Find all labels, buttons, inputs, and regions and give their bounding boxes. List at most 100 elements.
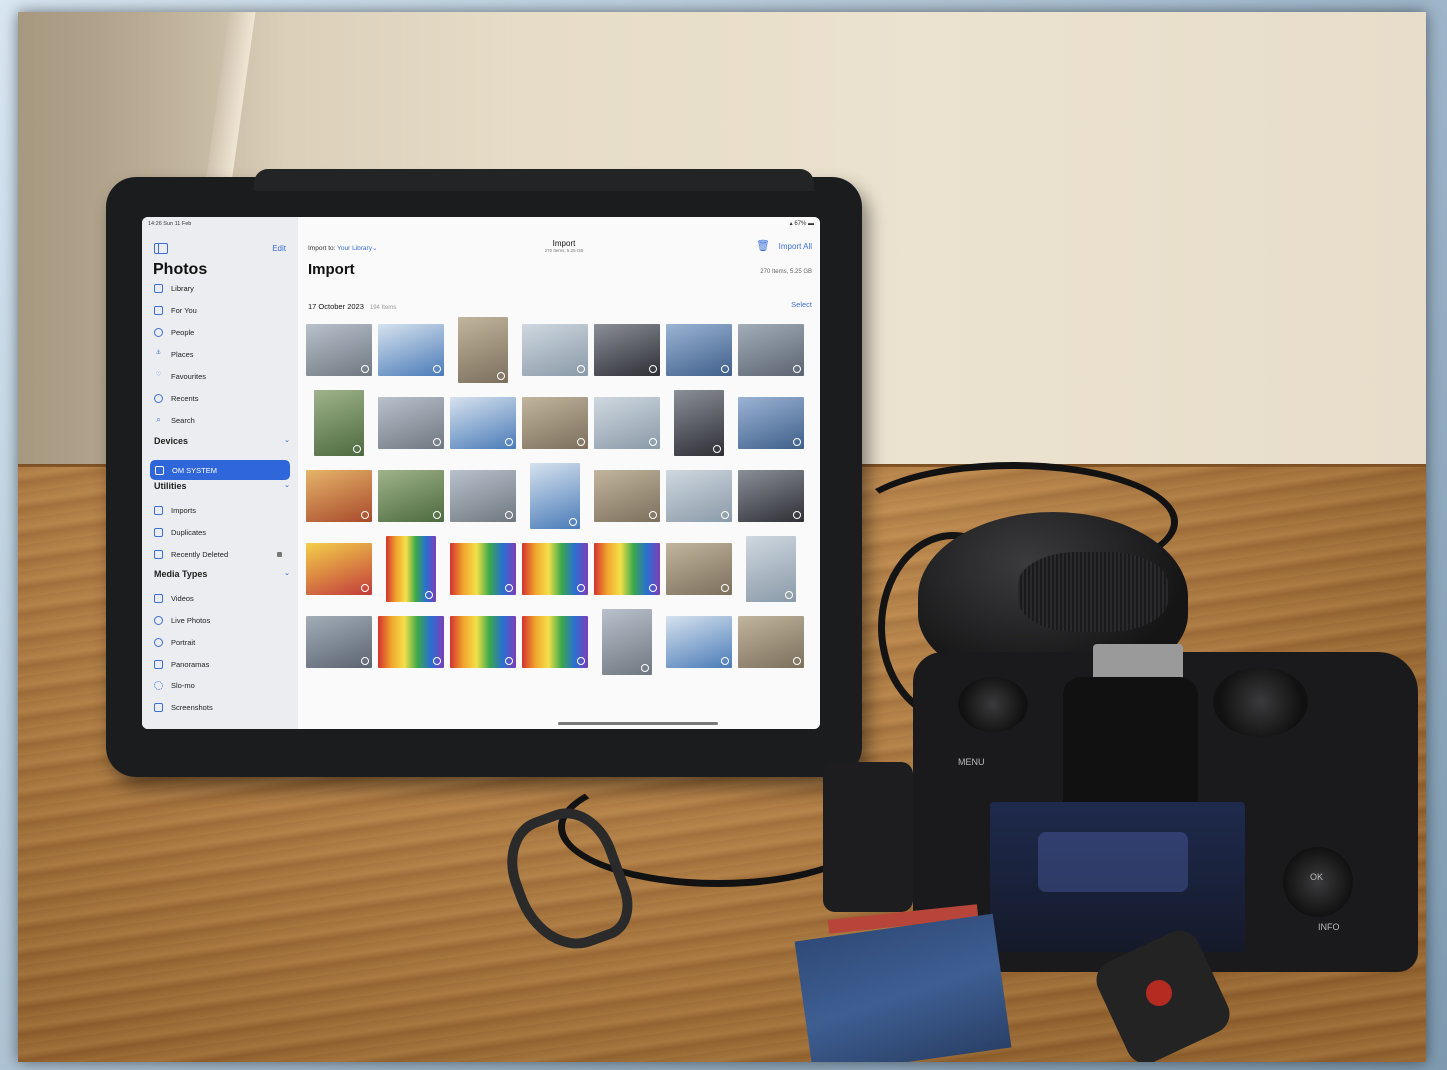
sidebar-item-places[interactable]: ⚓ Places bbox=[154, 347, 194, 361]
sidebar-item-favourites[interactable]: ♡ Favourites bbox=[154, 369, 206, 383]
sidebar-item-imports[interactable]: Imports bbox=[154, 503, 196, 517]
photo-thumbnail[interactable] bbox=[666, 616, 732, 668]
sidebar-item-live-photos[interactable]: Live Photos bbox=[154, 613, 210, 627]
photo-thumbnail[interactable] bbox=[314, 390, 364, 456]
sidebar-item-slo-mo[interactable]: Slo-mo bbox=[154, 678, 195, 692]
photo-thumbnail[interactable] bbox=[378, 324, 444, 376]
checkmark-icon bbox=[361, 365, 369, 373]
checkmark-icon bbox=[793, 511, 801, 519]
photo-thumbnail[interactable] bbox=[674, 390, 724, 456]
nav-subtitle: 270 Items, 5.25 GB bbox=[544, 248, 584, 253]
menu-button: MENU bbox=[958, 757, 985, 767]
photo-thumbnail[interactable] bbox=[594, 397, 660, 449]
sidebar-item-label: Panoramas bbox=[171, 659, 210, 669]
photo-thumbnail[interactable] bbox=[666, 324, 732, 376]
sidebar-toggle-icon[interactable] bbox=[154, 243, 168, 254]
sidebar-item-om-system[interactable]: OM SYSTEM bbox=[150, 460, 290, 480]
import-to-value[interactable]: Your Library bbox=[337, 245, 372, 252]
photo-thumbnail[interactable] bbox=[738, 470, 804, 522]
sidebar-item-duplicates[interactable]: Duplicates bbox=[154, 525, 206, 539]
photo-thumbnail[interactable] bbox=[378, 470, 444, 522]
select-button[interactable]: Select bbox=[791, 300, 812, 309]
checkmark-icon bbox=[505, 657, 513, 665]
photo-thumbnail[interactable] bbox=[450, 397, 516, 449]
trash-icon[interactable]: 🗑 bbox=[756, 239, 770, 252]
photo-thumbnail[interactable] bbox=[602, 609, 652, 675]
control-dial bbox=[958, 677, 1028, 732]
media-types-header[interactable]: Media Types ⌄ bbox=[154, 569, 290, 579]
photo-thumbnail[interactable] bbox=[450, 470, 516, 522]
photo-thumbnail[interactable] bbox=[530, 463, 580, 529]
checkmark-icon bbox=[577, 657, 585, 665]
sidebar-item-label: OM SYSTEM bbox=[172, 465, 218, 475]
sidebar-item-label: Recently Deleted bbox=[171, 549, 229, 559]
sidebar-item-search[interactable]: ⌕ Search bbox=[154, 413, 195, 427]
sidebar-item-for-you[interactable]: For You bbox=[154, 303, 197, 317]
sidebar-item-label: Search bbox=[171, 415, 195, 425]
sidebar-item-videos[interactable]: Videos bbox=[154, 591, 194, 605]
photo-thumbnail[interactable] bbox=[306, 470, 372, 522]
photo-thumbnail[interactable] bbox=[522, 397, 588, 449]
heart-icon: ♡ bbox=[155, 371, 162, 378]
photo-thumbnail[interactable] bbox=[522, 324, 588, 376]
checkmark-icon bbox=[577, 438, 585, 446]
sidebar: 14:26 Sun 11 Feb Edit Photos Library For… bbox=[142, 217, 298, 729]
import-to-selector[interactable]: Import to: Your Library⌄ bbox=[308, 244, 377, 252]
photo-thumbnail[interactable] bbox=[738, 397, 804, 449]
photo-thumbnail[interactable] bbox=[746, 536, 796, 602]
checkmark-icon bbox=[361, 657, 369, 665]
photo-thumbnail[interactable] bbox=[458, 317, 508, 383]
sidebar-item-label: Places bbox=[171, 349, 194, 359]
sidebar-item-label: Imports bbox=[171, 505, 197, 515]
photo-thumbnail[interactable] bbox=[522, 616, 588, 668]
utilities-header-label: Utilities bbox=[154, 481, 187, 491]
library-icon bbox=[154, 283, 163, 293]
chevron-down-icon: ⌄ bbox=[284, 482, 290, 489]
sidebar-item-portrait[interactable]: Portrait bbox=[154, 635, 195, 649]
photo-thumbnail[interactable] bbox=[306, 543, 372, 595]
edit-button[interactable]: Edit bbox=[272, 244, 286, 253]
photo-thumbnail[interactable] bbox=[386, 536, 436, 602]
sidebar-item-people[interactable]: People bbox=[154, 325, 194, 339]
checkmark-icon bbox=[721, 365, 729, 373]
photo-thumbnail[interactable] bbox=[594, 543, 660, 595]
sidebar-item-screenshots[interactable]: Screenshots bbox=[154, 700, 213, 714]
sidebar-item-label: People bbox=[171, 327, 195, 337]
photograph: ••• 14:26 Sun 11 Feb Edit Photos Library… bbox=[18, 12, 1426, 1062]
places-icon: ⚓ bbox=[155, 349, 162, 356]
photo-thumbnail[interactable] bbox=[450, 616, 516, 668]
photo-thumbnail[interactable] bbox=[306, 324, 372, 376]
duplicates-icon bbox=[154, 527, 163, 537]
section-date: 17 October 2023 194 Items bbox=[308, 302, 396, 311]
photo-thumbnail[interactable] bbox=[738, 324, 804, 376]
devices-header[interactable]: Devices ⌄ bbox=[154, 436, 290, 446]
import-all-button[interactable]: Import All bbox=[779, 242, 812, 251]
photo-thumbnail[interactable] bbox=[594, 470, 660, 522]
sidebar-item-recents[interactable]: Recents bbox=[154, 391, 199, 405]
photo-thumbnail[interactable] bbox=[378, 616, 444, 668]
camera-icon bbox=[155, 465, 164, 475]
photo-thumbnail[interactable] bbox=[522, 543, 588, 595]
photo-thumbnail[interactable] bbox=[378, 397, 444, 449]
utilities-header[interactable]: Utilities ⌄ bbox=[154, 481, 290, 491]
screenshot-icon bbox=[154, 702, 163, 712]
sidebar-item-recently-deleted[interactable]: Recently Deleted bbox=[154, 547, 290, 561]
photo-thumbnail[interactable] bbox=[666, 543, 732, 595]
ipad-screen: ••• 14:26 Sun 11 Feb Edit Photos Library… bbox=[142, 217, 820, 729]
viewfinder bbox=[1063, 677, 1198, 822]
trash-icon bbox=[154, 549, 163, 559]
photo-thumbnail[interactable] bbox=[666, 470, 732, 522]
photo-thumbnail[interactable] bbox=[738, 616, 804, 668]
photo-thumbnail[interactable] bbox=[450, 543, 516, 595]
sidebar-item-label: Slo-mo bbox=[171, 680, 195, 690]
checkmark-icon bbox=[577, 584, 585, 592]
photo-thumbnail[interactable] bbox=[306, 616, 372, 668]
status-battery: ▴ 67% ▬ bbox=[789, 221, 814, 227]
sidebar-item-library[interactable]: Library bbox=[154, 281, 194, 295]
checkmark-icon bbox=[433, 438, 441, 446]
checkmark-icon bbox=[649, 511, 657, 519]
sidebar-item-panoramas[interactable]: Panoramas bbox=[154, 657, 209, 671]
checkmark-icon bbox=[425, 591, 433, 599]
case-lip bbox=[254, 169, 814, 191]
photo-thumbnail[interactable] bbox=[594, 324, 660, 376]
